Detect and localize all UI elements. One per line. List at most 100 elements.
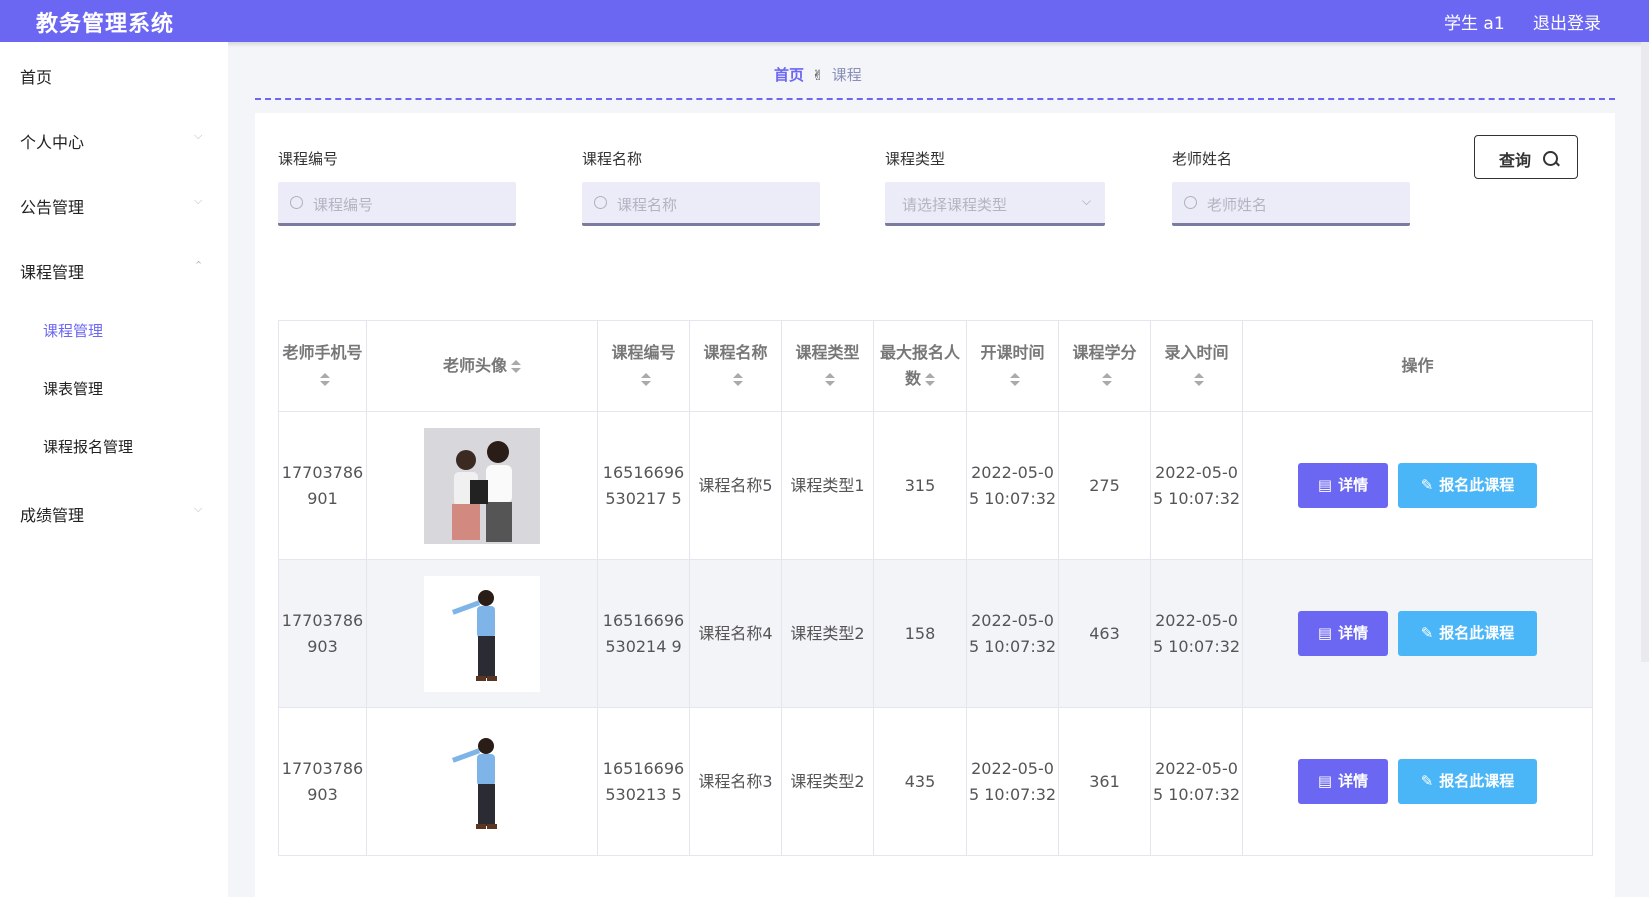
column-header-course-type[interactable]: 课程类型: [781, 320, 874, 412]
top-bar: 教务管理系统 学生 a1 退出登录: [0, 0, 1649, 42]
detail-button[interactable]: ▤ 详情: [1298, 759, 1388, 804]
breadcrumb-current: 课程: [831, 66, 862, 84]
scrollbar[interactable]: [1641, 42, 1649, 662]
enroll-button[interactable]: ✎ 报名此课程: [1398, 759, 1537, 804]
search-icon: [1543, 151, 1558, 166]
document-icon: ▤: [1317, 476, 1333, 494]
column-header-avatar[interactable]: 老师头像: [366, 320, 598, 412]
teacher-avatar-image: [424, 723, 540, 840]
course-type-select[interactable]: 请选择课程类型 ⌵: [885, 182, 1105, 226]
teacher-name-input[interactable]: 老师姓名: [1172, 182, 1410, 226]
sort-icon[interactable]: [732, 372, 743, 387]
cell-start-time: 2022-05-05 10:07:32: [966, 559, 1059, 708]
sort-icon[interactable]: [1101, 372, 1112, 387]
teacher-photo-icon: [424, 575, 540, 692]
document-icon: ▤: [1317, 624, 1333, 642]
teacher-avatar-image: [424, 575, 540, 692]
course-no-label: 课程编号: [278, 150, 339, 168]
sidebar-item-course-management[interactable]: 课程管理 ⌃: [20, 255, 210, 285]
cell-avatar: [366, 411, 598, 560]
cell-credit: 463: [1058, 559, 1151, 708]
course-no-input[interactable]: 课程编号: [278, 182, 516, 226]
enroll-button-label: 报名此课程: [1439, 772, 1515, 790]
logout-link[interactable]: 退出登录: [1533, 9, 1601, 34]
sidebar-subitem-course-management[interactable]: 课程管理: [43, 320, 103, 341]
cell-actions: ▤ 详情 ✎ 报名此课程: [1242, 559, 1593, 708]
column-header-entry-time[interactable]: 录入时间: [1150, 320, 1243, 412]
cell-start-time: 2022-05-05 10:07:32: [966, 707, 1059, 856]
column-header-course-no[interactable]: 课程编号: [597, 320, 690, 412]
input-placeholder: 课程编号: [313, 196, 374, 214]
sidebar-item-announcements[interactable]: 公告管理 ⌵: [20, 190, 210, 220]
enroll-button[interactable]: ✎ 报名此课程: [1398, 611, 1537, 656]
course-table: 老师手机号 老师头像 课程编号 课程名称 课程类型 最大报名人数 开课时间 课程…: [278, 320, 1593, 856]
chevron-up-icon: ⌃: [194, 259, 204, 272]
sort-icon[interactable]: [640, 372, 651, 387]
query-button[interactable]: 查询: [1474, 135, 1578, 179]
sort-icon[interactable]: [1193, 372, 1204, 387]
column-header-course-name[interactable]: 课程名称: [689, 320, 782, 412]
column-header-credit[interactable]: 课程学分: [1058, 320, 1151, 412]
course-name-label: 课程名称: [582, 150, 643, 168]
detail-button-label: 详情: [1338, 772, 1369, 790]
header-label: 老师头像: [442, 356, 507, 375]
teacher-photo-icon: [424, 427, 540, 544]
sidebar-item-label: 首页: [20, 68, 53, 87]
cell-course-name: 课程名称4: [689, 559, 782, 708]
cell-phone: 17703786903: [278, 707, 367, 856]
detail-button[interactable]: ▤ 详情: [1298, 611, 1388, 656]
sidebar-item-label: 公告管理: [20, 198, 85, 217]
sidebar-item-home[interactable]: 首页: [20, 60, 210, 90]
course-type-label: 课程类型: [885, 150, 946, 168]
divider: [255, 98, 1615, 100]
sort-icon[interactable]: [511, 359, 521, 374]
table-row: 17703786903 16516696530214 9 课程名称4 课程类型2…: [278, 559, 1593, 708]
header-label: 课程学分: [1072, 343, 1137, 362]
document-icon: ▤: [1317, 772, 1333, 790]
cell-phone: 17703786901: [278, 411, 367, 560]
cell-phone: 17703786903: [278, 559, 367, 708]
table-row: 17703786903 16516696530213 5 课程名称3 课程类型2…: [278, 707, 1593, 856]
edit-icon: ✎: [1420, 476, 1434, 494]
column-header-max-enroll[interactable]: 最大报名人数: [873, 320, 967, 412]
cell-actions: ▤ 详情 ✎ 报名此课程: [1242, 411, 1593, 560]
detail-button[interactable]: ▤ 详情: [1298, 463, 1388, 508]
sidebar-item-label: 课程管理: [20, 263, 85, 282]
sidebar: 首页 个人中心 ⌵ 公告管理 ⌵ 课程管理 ⌃ 课程管理 课表管理 课程报名管理…: [0, 42, 228, 897]
sort-icon[interactable]: [1009, 372, 1020, 387]
breadcrumb: 首页 ✌ 课程: [774, 64, 862, 86]
header-label: 老师手机号: [282, 343, 363, 362]
sidebar-item-label: 成绩管理: [20, 506, 85, 525]
cell-course-no: 16516696530217 5: [597, 411, 690, 560]
sort-icon[interactable]: [824, 372, 835, 387]
cell-max-enroll: 158: [873, 559, 967, 708]
detail-button-label: 详情: [1338, 476, 1369, 494]
sort-icon[interactable]: [319, 372, 330, 387]
chevron-down-icon: ⌵: [194, 129, 203, 142]
breadcrumb-home[interactable]: 首页: [774, 66, 804, 84]
sidebar-subitem-timetable[interactable]: 课表管理: [43, 378, 103, 399]
edit-icon: ✎: [1420, 772, 1434, 790]
chevron-down-icon: ⌵: [194, 194, 203, 207]
header-label: 操作: [1401, 356, 1434, 375]
cell-credit: 275: [1058, 411, 1151, 560]
input-placeholder: 课程名称: [617, 196, 678, 214]
cell-course-name: 课程名称5: [689, 411, 782, 560]
cell-avatar: [366, 707, 598, 856]
sidebar-item-personal-center[interactable]: 个人中心 ⌵: [20, 125, 210, 155]
input-placeholder: 老师姓名: [1207, 196, 1268, 214]
cell-max-enroll: 315: [873, 411, 967, 560]
enroll-button[interactable]: ✎ 报名此课程: [1398, 463, 1537, 508]
cell-course-type: 课程类型1: [781, 411, 874, 560]
column-header-phone[interactable]: 老师手机号: [278, 320, 367, 412]
cell-entry-time: 2022-05-05 10:07:32: [1150, 707, 1243, 856]
header-label: 课程类型: [795, 343, 860, 362]
chevron-down-icon: ⌵: [194, 502, 203, 515]
column-header-start-time[interactable]: 开课时间: [966, 320, 1059, 412]
query-button-label: 查询: [1499, 151, 1532, 170]
course-name-input[interactable]: 课程名称: [582, 182, 820, 226]
sidebar-subitem-enrollment[interactable]: 课程报名管理: [43, 436, 133, 457]
app-title: 教务管理系统: [36, 12, 175, 37]
sidebar-item-grades[interactable]: 成绩管理 ⌵: [20, 498, 210, 528]
sort-icon[interactable]: [925, 372, 935, 387]
